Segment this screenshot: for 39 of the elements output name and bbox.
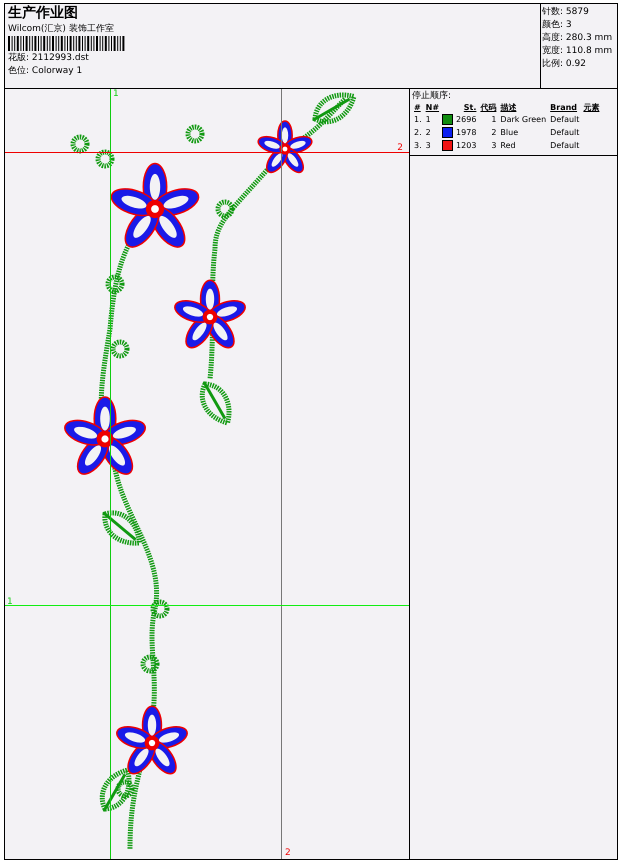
- column-header: St.: [462, 102, 478, 113]
- colorway: 色位: Colorway 1: [8, 65, 84, 77]
- company-name: Wilcom(汇京) 装饰工作室: [8, 23, 115, 35]
- guide-label: 1: [7, 597, 13, 607]
- guide-label: 2: [285, 848, 291, 858]
- table-cell-text: 1203: [455, 140, 478, 152]
- table-cell-text: 2.: [413, 126, 423, 138]
- column-header: N#: [424, 102, 440, 113]
- stat-line: 高度: 280.3 mm: [542, 32, 614, 45]
- stat-line: 颜色: 3: [542, 19, 573, 32]
- column-header: #: [413, 102, 422, 113]
- table-cell-text: Blue: [499, 126, 520, 138]
- table-cell-text: 3.: [413, 140, 423, 152]
- design-file: 花版: 2112993.dst: [8, 52, 90, 64]
- stop-sequence-title: 停止顺序:: [412, 90, 452, 102]
- table-cell-text: 1: [490, 114, 498, 126]
- page-title: 生产作业图: [8, 5, 79, 22]
- table-cell-text: 2: [424, 126, 432, 138]
- column-header: 代码: [479, 102, 498, 113]
- stat-line: 宽度: 110.8 mm: [542, 45, 614, 58]
- table-cell-text: 3: [490, 140, 498, 152]
- column-header: Brand: [549, 102, 578, 113]
- table-cell-text: 1978: [455, 126, 478, 138]
- column-header: 元素: [582, 102, 600, 113]
- table-cell-text: 3: [424, 140, 432, 152]
- table-cell-text: Default: [549, 140, 580, 152]
- table-cell-text: Default: [549, 114, 580, 126]
- table-cell-text: Red: [499, 140, 517, 152]
- table-cell-text: 2696: [455, 114, 478, 126]
- table-cell-text: 2: [490, 126, 498, 138]
- guide-label: 1: [113, 89, 119, 99]
- column-header: 描述: [499, 102, 518, 113]
- table-cell-text: 1: [424, 114, 432, 126]
- table-cell-text: Default: [549, 126, 580, 138]
- stat-line: 针数: 5879: [542, 6, 590, 19]
- table-cell-text: Dark Green: [499, 114, 548, 126]
- guide-label: 2: [397, 143, 403, 153]
- stat-line: 比例: 0.92: [542, 58, 587, 71]
- table-cell-text: 1.: [413, 114, 423, 126]
